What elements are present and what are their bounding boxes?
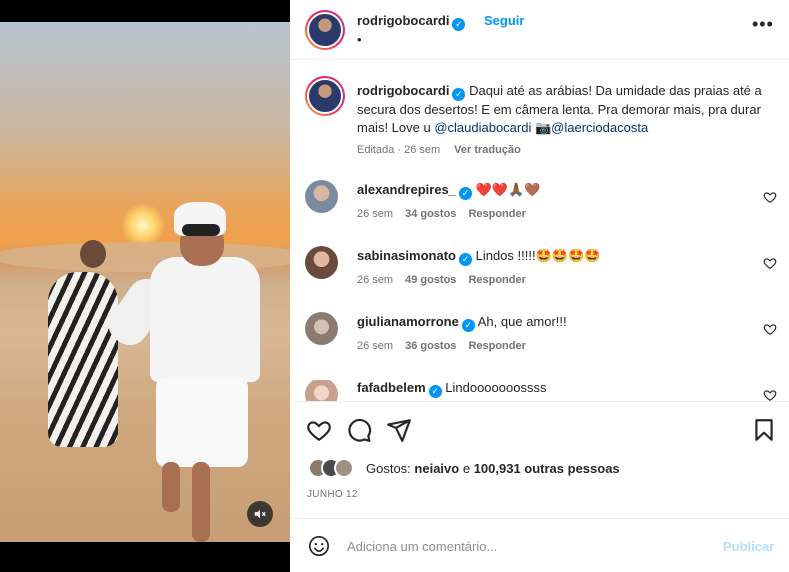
heart-icon[interactable] bbox=[763, 190, 777, 204]
comment-likes[interactable]: 36 gostos bbox=[405, 340, 456, 352]
video-bottom-bar bbox=[0, 542, 290, 572]
verified-badge-icon: ✓ bbox=[452, 18, 466, 31]
author-username[interactable]: rodrigobocardi bbox=[357, 13, 449, 28]
comment-text: Ah, que amor!!! bbox=[477, 314, 567, 329]
reply-button[interactable]: Responder bbox=[468, 340, 525, 352]
more-options-icon[interactable]: ••• bbox=[752, 14, 774, 35]
likes-summary: Gostos: neiaivo e 100,931 outras pessoas bbox=[308, 458, 778, 480]
verified-badge-icon: ✓ bbox=[458, 253, 472, 266]
likes-prefix: Gostos: bbox=[366, 461, 415, 476]
likes-conjunction: e bbox=[459, 461, 474, 476]
heart-icon[interactable] bbox=[306, 417, 332, 443]
author-username-row: rodrigobocardi ✓ bbox=[357, 13, 466, 31]
comment-text: Lindos !!!!!🤩🤩🤩🤩 bbox=[475, 248, 601, 263]
post-date: JUNHO 12 bbox=[307, 489, 358, 500]
post-video[interactable] bbox=[0, 0, 290, 572]
verified-badge-icon: ✓ bbox=[461, 319, 475, 332]
comment-item: sabinasimonato ✓ Lindos !!!!!🤩🤩🤩🤩 26 sem 4… bbox=[290, 246, 789, 308]
man-shorts bbox=[156, 377, 248, 467]
comment-text-row: sabinasimonato ✓ Lindos !!!!!🤩🤩🤩🤩 bbox=[357, 248, 600, 266]
comment-item: alexandrepires_ ✓ ❤️❤️🙏🏾🤎 26 sem 34 gostos… bbox=[290, 180, 789, 242]
comment-time: 26 sem bbox=[357, 274, 394, 286]
likes-text: Gostos: neiaivo e 100,931 outras pessoas bbox=[366, 461, 620, 476]
woman-head bbox=[80, 240, 106, 268]
caption-author-avatar[interactable] bbox=[305, 76, 345, 116]
liker-avatar[interactable] bbox=[334, 458, 354, 478]
comment-username[interactable]: fafadbelem bbox=[357, 380, 426, 395]
caption-text: rodrigobocardi ✓ Daqui até as arábias! Da… bbox=[357, 82, 767, 137]
comment-text: Lindooooooossss bbox=[445, 380, 547, 395]
man-leg bbox=[162, 462, 180, 512]
sunset-sun bbox=[122, 204, 164, 246]
mute-icon bbox=[254, 509, 266, 519]
comment-username[interactable]: alexandrepires_ bbox=[357, 182, 456, 197]
commenter-avatar[interactable] bbox=[305, 180, 338, 213]
share-icon[interactable] bbox=[386, 417, 412, 443]
post-action-bar bbox=[290, 401, 789, 451]
author-avatar[interactable] bbox=[305, 10, 345, 50]
verified-badge-icon: ✓ bbox=[452, 88, 466, 101]
comment-username[interactable]: giulianamorrone bbox=[357, 314, 459, 329]
mention-link[interactable]: @laerciodacosta bbox=[551, 120, 648, 135]
commenter-avatar[interactable] bbox=[305, 380, 338, 401]
man-leg bbox=[192, 462, 210, 542]
mention-link[interactable]: @claudiabocardi bbox=[434, 120, 531, 135]
comment-username[interactable]: sabinasimonato bbox=[357, 248, 456, 263]
comment-meta: 26 sem 34 gostos Responder bbox=[357, 208, 526, 220]
bookmark-icon[interactable] bbox=[751, 417, 777, 443]
comment-time: 26 sem bbox=[357, 340, 394, 352]
comment-icon[interactable] bbox=[346, 417, 372, 443]
comment-meta: 26 sem 49 gostos Responder bbox=[357, 274, 526, 286]
liker-username[interactable]: neiaivo bbox=[414, 461, 459, 476]
verified-badge-icon: ✓ bbox=[428, 385, 442, 398]
translate-link[interactable]: Ver tradução bbox=[454, 144, 521, 156]
heart-icon[interactable] bbox=[763, 256, 777, 270]
camera-emoji: 📷 bbox=[534, 120, 552, 135]
comment-time: 26 sem bbox=[357, 208, 394, 220]
comment-likes[interactable]: 49 gostos bbox=[405, 274, 456, 286]
comment-meta: 26 sem 36 gostos Responder bbox=[357, 340, 526, 352]
comment-item: giulianamorrone ✓ Ah, que amor!!! 26 sem 3… bbox=[290, 312, 789, 374]
man-sunglasses bbox=[182, 224, 220, 236]
commenter-avatar[interactable] bbox=[305, 246, 338, 279]
post-side-panel: rodrigobocardi ✓ Seguir • ••• rodrigoboca… bbox=[290, 0, 789, 572]
video-top-bar bbox=[0, 0, 290, 22]
comment-text: ❤️❤️🙏🏾🤎 bbox=[475, 182, 541, 197]
mute-toggle-button[interactable] bbox=[247, 501, 273, 527]
follow-button[interactable]: Seguir bbox=[484, 13, 524, 28]
woman-figure bbox=[48, 272, 118, 447]
reply-button[interactable]: Responder bbox=[468, 208, 525, 220]
video-frame[interactable] bbox=[0, 22, 290, 542]
publish-button[interactable]: Publicar bbox=[723, 539, 774, 554]
add-comment-bar: Publicar bbox=[290, 518, 789, 572]
verified-badge-icon: ✓ bbox=[459, 187, 473, 200]
heart-icon[interactable] bbox=[763, 322, 777, 336]
caption-edited-time: Editada · 26 sem bbox=[357, 144, 441, 156]
heart-icon[interactable] bbox=[763, 388, 777, 401]
bullet-separator: • bbox=[357, 32, 362, 47]
man-shirt bbox=[150, 257, 260, 382]
comment-input[interactable] bbox=[347, 536, 707, 556]
reply-button[interactable]: Responder bbox=[468, 274, 525, 286]
post-header: rodrigobocardi ✓ Seguir • ••• bbox=[290, 0, 789, 60]
comment-item: fafadbelem ✓ Lindooooooossss bbox=[290, 380, 789, 401]
likes-others-link[interactable]: 100,931 outras pessoas bbox=[474, 461, 620, 476]
comment-text-row: fafadbelem ✓ Lindooooooossss bbox=[357, 380, 546, 398]
emoji-icon[interactable] bbox=[308, 535, 330, 557]
comment-likes[interactable]: 34 gostos bbox=[405, 208, 456, 220]
commenter-avatar[interactable] bbox=[305, 312, 338, 345]
comment-text-row: alexandrepires_ ✓ ❤️❤️🙏🏾🤎 bbox=[357, 182, 540, 200]
caption-meta: Editada · 26 sem Ver tradução bbox=[357, 144, 521, 156]
caption-username[interactable]: rodrigobocardi bbox=[357, 83, 449, 98]
comment-text-row: giulianamorrone ✓ Ah, que amor!!! bbox=[357, 314, 567, 332]
